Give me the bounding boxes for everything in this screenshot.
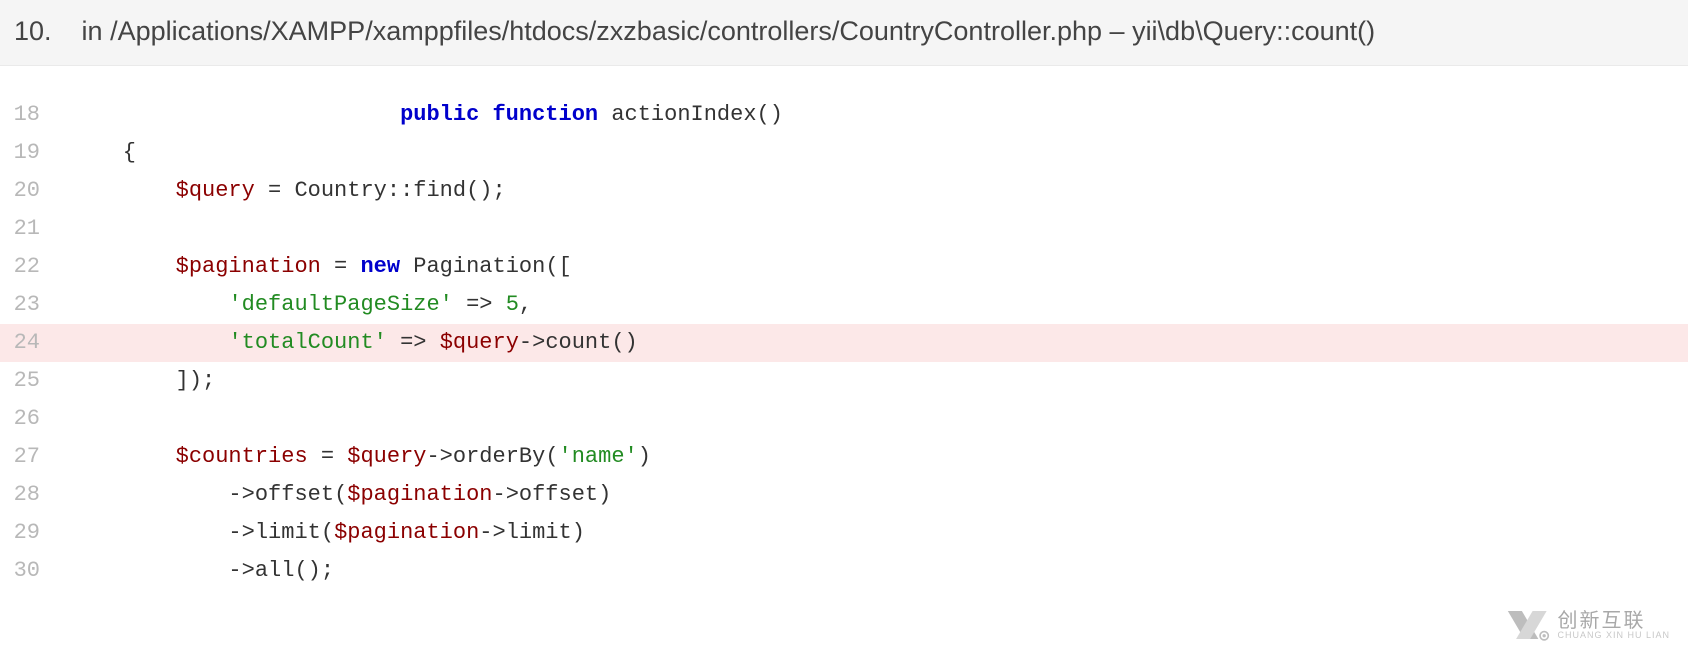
line-number: 21	[0, 210, 70, 248]
line-number: 20	[0, 172, 70, 210]
line-number: 26	[0, 400, 70, 438]
watermark-main: 创新互联	[1557, 611, 1670, 631]
code-line: 25 ]);	[0, 362, 1688, 400]
code-line: 22 $pagination = new Pagination([	[0, 248, 1688, 286]
trace-number: 10.	[14, 16, 52, 47]
stack-trace-header[interactable]: 10. in /Applications/XAMPP/xamppfiles/ht…	[0, 0, 1688, 66]
watermark-sub: CHUANG XIN HU LIAN	[1557, 631, 1670, 640]
watermark-text: 创新互联 CHUANG XIN HU LIAN	[1557, 611, 1670, 640]
watermark-icon	[1501, 606, 1551, 644]
watermark: 创新互联 CHUANG XIN HU LIAN	[1501, 606, 1670, 644]
code-line: 21	[0, 210, 1688, 248]
line-content: ->all();	[70, 552, 334, 590]
line-content: $countries = $query->orderBy('name')	[70, 438, 651, 476]
code-line: 20 $query = Country::find();	[0, 172, 1688, 210]
line-number: 29	[0, 514, 70, 552]
line-content: {	[70, 134, 136, 172]
line-content: 'totalCount' => $query->count()	[70, 324, 638, 362]
line-number: 25	[0, 362, 70, 400]
line-number: 18	[0, 96, 70, 134]
code-line: 28 ->offset($pagination->offset)	[0, 476, 1688, 514]
line-content: public function actionIndex()	[70, 96, 783, 134]
line-number: 23	[0, 286, 70, 324]
code-line: 18 public function actionIndex()	[0, 96, 1688, 134]
line-content: ->limit($pagination->limit)	[70, 514, 585, 552]
line-number: 24	[0, 324, 70, 362]
code-line: 29 ->limit($pagination->limit)	[0, 514, 1688, 552]
line-number: 30	[0, 552, 70, 590]
code-line: 30 ->all();	[0, 552, 1688, 590]
line-content: ->offset($pagination->offset)	[70, 476, 611, 514]
code-line: 26	[0, 400, 1688, 438]
code-line: 27 $countries = $query->orderBy('name')	[0, 438, 1688, 476]
trace-method-call: yii\db\Query::count()	[1132, 16, 1375, 46]
line-number: 19	[0, 134, 70, 172]
code-line: 23 'defaultPageSize' => 5,	[0, 286, 1688, 324]
line-number: 22	[0, 248, 70, 286]
line-content: ]);	[70, 362, 215, 400]
trace-separator: –	[1102, 16, 1132, 46]
line-number: 28	[0, 476, 70, 514]
code-line: 19 {	[0, 134, 1688, 172]
code-block: 18 public function actionIndex()19 {20 $…	[0, 66, 1688, 590]
line-content: 'defaultPageSize' => 5,	[70, 286, 532, 324]
line-number: 27	[0, 438, 70, 476]
trace-text: in /Applications/XAMPP/xamppfiles/htdocs…	[82, 16, 1376, 47]
trace-in-label: in	[82, 16, 111, 46]
line-content: $query = Country::find();	[70, 172, 506, 210]
line-content: $pagination = new Pagination([	[70, 248, 572, 286]
trace-file-path: /Applications/XAMPP/xamppfiles/htdocs/zx…	[110, 16, 1102, 46]
code-line: 24 'totalCount' => $query->count()	[0, 324, 1688, 362]
